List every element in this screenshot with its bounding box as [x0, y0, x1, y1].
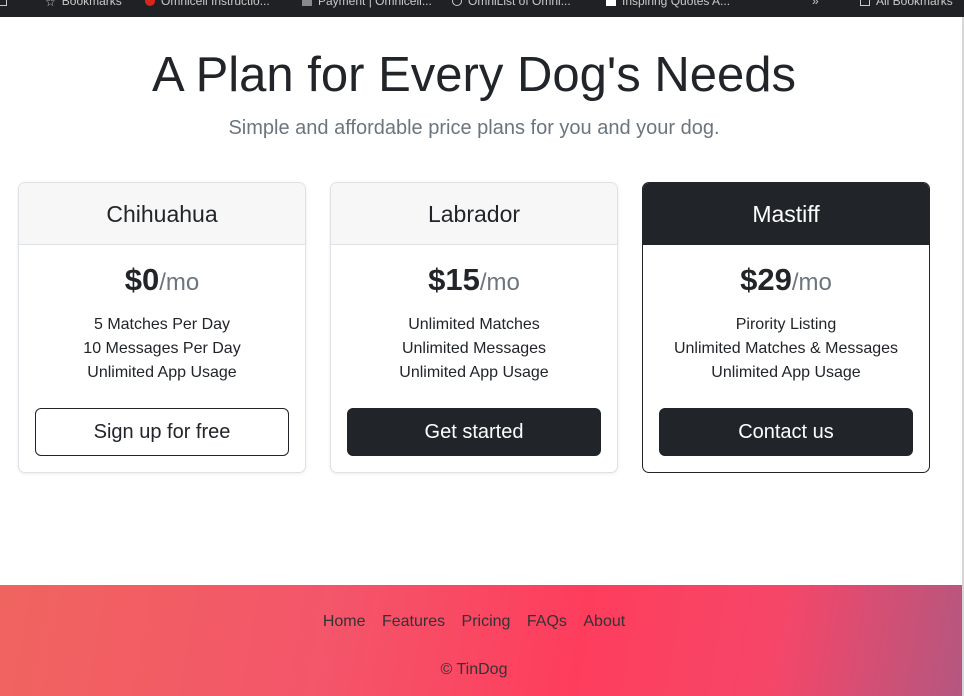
- plan-name: Chihuahua: [19, 183, 305, 245]
- pricing-card-chihuahua: Chihuahua $0/mo 5 Matches Per Day 10 Mes…: [18, 182, 306, 473]
- plan-name: Labrador: [331, 183, 617, 245]
- feature-list: Pirority Listing Unlimited Matches & Mes…: [643, 313, 929, 385]
- price-period: /mo: [159, 269, 200, 296]
- bookmark-item[interactable]: ☆ Bookmarks: [45, 0, 122, 9]
- bookmark-item[interactable]: Omnicell Instructio...: [145, 0, 270, 8]
- bookmark-item[interactable]: Payment | Omnicell...: [302, 0, 432, 8]
- pricing-card-labrador: Labrador $15/mo Unlimited Matches Unlimi…: [330, 182, 618, 473]
- plan-price: $29/mo: [643, 262, 929, 301]
- copyright: © TinDog: [440, 661, 508, 678]
- apps-grid-icon[interactable]: [0, 0, 13, 8]
- footer: Home Features Pricing FAQs About © TinDo…: [0, 585, 962, 696]
- pricing-card-mastiff: Mastiff $29/mo Pirority Listing Unlimite…: [642, 182, 930, 473]
- feature-item: Pirority Listing: [735, 316, 837, 333]
- feature-item: Unlimited App Usage: [711, 364, 861, 381]
- bookmarks-overflow-chevron-icon[interactable]: »: [812, 0, 819, 8]
- bookmarks-bar: ☆ Bookmarks Omnicell Instructio... Paymen…: [0, 0, 964, 17]
- footer-link-pricing[interactable]: Pricing: [462, 613, 511, 630]
- star-icon: ☆: [45, 0, 56, 9]
- footer-link-about[interactable]: About: [583, 613, 625, 630]
- page-title: A Plan for Every Dog's Needs: [152, 48, 796, 102]
- folder-icon: [860, 0, 870, 6]
- contact-us-button[interactable]: Contact us: [659, 408, 913, 456]
- feature-item: Unlimited Messages: [401, 340, 547, 357]
- page-subtitle: Simple and affordable price plans for yo…: [228, 117, 720, 139]
- globe-icon: [452, 0, 462, 6]
- price-period: /mo: [479, 269, 520, 296]
- footer-link-faqs[interactable]: FAQs: [527, 613, 567, 630]
- b-icon: [606, 0, 616, 6]
- footer-link-features[interactable]: Features: [382, 613, 445, 630]
- price-amount: $29: [740, 262, 792, 297]
- feature-item: 10 Messages Per Day: [83, 340, 241, 357]
- price-period: /mo: [791, 269, 832, 296]
- feature-item: Unlimited App Usage: [87, 364, 237, 381]
- feature-item: Unlimited App Usage: [399, 364, 549, 381]
- plan-name: Mastiff: [643, 183, 929, 245]
- feature-list: 5 Matches Per Day 10 Messages Per Day Un…: [19, 313, 305, 385]
- plan-price: $15/mo: [331, 262, 617, 301]
- bookmark-item[interactable]: All Bookmarks: [860, 0, 953, 8]
- plan-price: $0/mo: [19, 262, 305, 301]
- feature-list: Unlimited Matches Unlimited Messages Unl…: [331, 313, 617, 385]
- feature-item: Unlimited Matches & Messages: [673, 340, 899, 357]
- footer-nav: Home Features Pricing FAQs About: [0, 612, 948, 632]
- bookmark-item[interactable]: Inspiring Quotes A...: [606, 0, 730, 8]
- sign-up-free-button[interactable]: Sign up for free: [35, 408, 289, 456]
- footer-link-home[interactable]: Home: [323, 613, 366, 630]
- price-amount: $0: [124, 262, 160, 297]
- bookmark-item[interactable]: OmniList of Omni...: [452, 0, 571, 8]
- price-amount: $15: [428, 262, 480, 297]
- feature-item: 5 Matches Per Day: [93, 316, 231, 333]
- page-icon: [302, 0, 312, 6]
- get-started-button[interactable]: Get started: [347, 408, 601, 456]
- red-circle-icon: [145, 0, 155, 6]
- feature-item: Unlimited Matches: [408, 316, 540, 333]
